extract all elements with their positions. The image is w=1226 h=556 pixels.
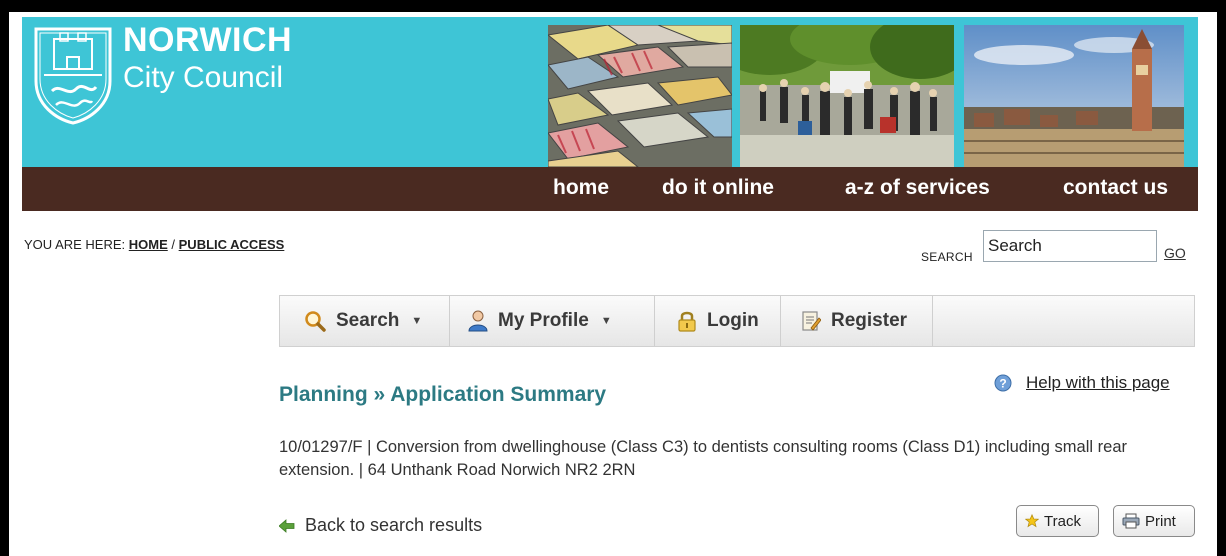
breadcrumb-prefix: YOU ARE HERE: [24, 237, 126, 252]
star-icon [1025, 514, 1039, 528]
header-banner: NORWICH City Council [22, 17, 1198, 167]
council-crest-icon [34, 27, 112, 125]
nav-do-it-online[interactable]: do it online [662, 176, 774, 200]
track-label: Track [1044, 512, 1081, 530]
park-crowd-photo [740, 25, 954, 167]
toolbar-my-profile-label: My Profile [498, 310, 589, 331]
svg-text:?: ? [999, 377, 1006, 391]
city-skyline-photo [964, 25, 1184, 167]
toolbar-login-label: Login [707, 310, 759, 331]
magnifier-icon [305, 311, 326, 332]
user-icon [468, 310, 488, 332]
brand-subtitle: City Council [123, 61, 284, 94]
print-button[interactable]: Print [1113, 505, 1195, 537]
chevron-down-icon: ▼ [600, 315, 612, 327]
toolbar-register-label: Register [831, 310, 908, 331]
breadcrumb-separator: / [171, 237, 176, 252]
print-label: Print [1145, 512, 1176, 530]
nav-home[interactable]: home [553, 176, 609, 200]
padlock-icon [678, 311, 696, 332]
main-navigation: home do it online a-z of services contac… [22, 167, 1198, 211]
application-summary-text: 10/01297/F | Conversion from dwellinghou… [279, 438, 1127, 479]
toolbar-login-button[interactable]: Login [655, 296, 781, 346]
site-header: NORWICH City Council home do it online a… [22, 17, 1198, 211]
back-link-label: Back to search results [305, 515, 483, 535]
brand-name: NORWICH [123, 21, 293, 59]
track-button[interactable]: Track [1016, 505, 1099, 537]
help-icon: ? [994, 374, 1012, 392]
market-stalls-photo [548, 25, 732, 167]
register-form-icon [802, 311, 821, 331]
nav-contact-us[interactable]: contact us [1063, 176, 1168, 200]
help-link-group: ? Help with this page [994, 373, 1170, 393]
breadcrumb: YOU ARE HERE: HOME / PUBLIC ACCESS [24, 237, 284, 252]
back-to-search-results-link[interactable]: Back to search results [279, 515, 482, 536]
toolbar-register-button[interactable]: Register [781, 296, 933, 346]
toolbar-my-profile-menu[interactable]: My Profile ▼ [450, 296, 655, 346]
site-search-go-link[interactable]: GO [1164, 245, 1186, 261]
toolbar-search-label: Search [336, 310, 400, 331]
chevron-down-icon: ▼ [411, 315, 423, 327]
toolbar-search-menu[interactable]: Search ▼ [280, 296, 450, 346]
printer-icon [1122, 513, 1140, 529]
arrow-left-icon [279, 518, 295, 533]
application-toolbar: Search ▼ My Profile ▼ Login Register [279, 295, 1195, 347]
breadcrumb-public-access-link[interactable]: PUBLIC ACCESS [179, 237, 285, 252]
site-search-input[interactable] [983, 230, 1157, 262]
breadcrumb-home-link[interactable]: HOME [129, 237, 168, 252]
nav-a-z-of-services[interactable]: a-z of services [845, 176, 990, 200]
help-with-this-page-link[interactable]: Help with this page [1026, 373, 1170, 393]
page-title: Planning » Application Summary [279, 383, 607, 406]
site-search-label: SEARCH [921, 250, 973, 264]
